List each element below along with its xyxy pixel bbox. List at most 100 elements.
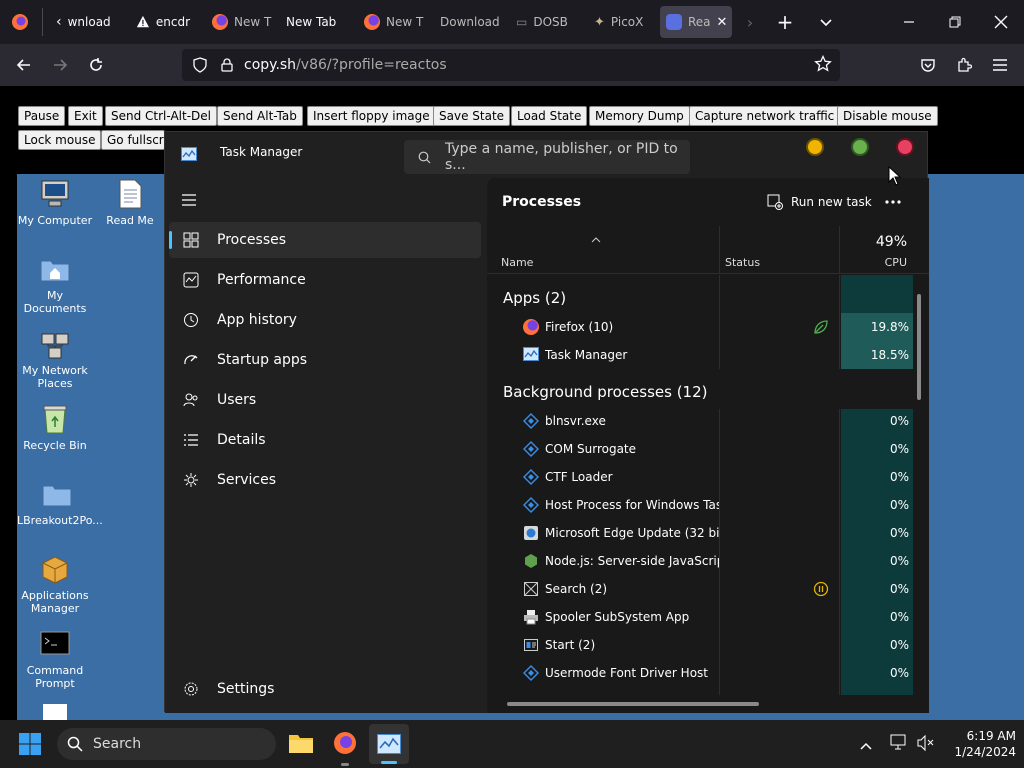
hamburger-menu-icon[interactable]: [986, 51, 1014, 79]
send-ctrl-alt-del-button[interactable]: Send Ctrl-Alt-Del: [105, 106, 217, 126]
table-row[interactable]: Node.js: Server-side JavaScript... 0%: [487, 547, 915, 575]
task-manager-taskbar-button[interactable]: [369, 724, 409, 764]
process-name: Task Manager: [545, 348, 628, 362]
desktop-icon-command-prompt[interactable]: Command Prompt: [17, 628, 93, 690]
reload-icon[interactable]: [82, 51, 110, 79]
fullscreen-button[interactable]: Go fullscre: [101, 130, 165, 150]
load-state-button[interactable]: Load State: [511, 106, 588, 126]
minimize-icon[interactable]: [886, 0, 932, 44]
nav-performance[interactable]: Performance: [169, 262, 481, 298]
nav-users[interactable]: Users: [169, 382, 481, 418]
taskbar-time[interactable]: 6:19 AM: [940, 729, 1016, 743]
table-row[interactable]: Firefox (10) 19.8%: [487, 313, 915, 341]
tab-2[interactable]: New T: [206, 6, 272, 38]
table-row[interactable]: Search (2) 0%: [487, 575, 915, 603]
nav-details[interactable]: Details: [169, 422, 481, 458]
services-icon: [181, 470, 201, 490]
tab-1[interactable]: encdr: [130, 6, 196, 38]
firefox-menu-icon[interactable]: [6, 8, 34, 36]
table-row[interactable]: blnsvr.exe 0%: [487, 407, 915, 435]
table-row[interactable]: Host Process for Windows Tasks 0%: [487, 491, 915, 519]
nav-startup-apps[interactable]: Startup apps: [169, 342, 481, 378]
table-row[interactable]: Start (2) 0%: [487, 631, 915, 659]
search-input[interactable]: Type a name, publisher, or PID to s...: [404, 140, 690, 174]
exit-button[interactable]: Exit: [68, 106, 103, 126]
new-tab-icon[interactable]: +: [771, 8, 799, 36]
windows-start-icon[interactable]: [18, 732, 42, 760]
minimize-circle-icon[interactable]: [806, 138, 824, 156]
network-status-icon[interactable]: [890, 734, 910, 756]
bookmark-star-icon[interactable]: [814, 54, 832, 77]
nav-settings[interactable]: Settings: [169, 671, 481, 707]
desktop-icon-read-me[interactable]: Read Me: [92, 178, 168, 227]
maximize-circle-icon[interactable]: [851, 138, 869, 156]
table-row[interactable]: Microsoft Edge Update (32 bit) 0%: [487, 519, 915, 547]
show-hidden-icons-icon[interactable]: [859, 736, 873, 755]
capture-network-button[interactable]: Capture network traffic: [689, 106, 841, 126]
back-icon[interactable]: [10, 51, 38, 79]
send-alt-tab-button[interactable]: Send Alt-Tab: [217, 106, 303, 126]
column-status[interactable]: Status: [725, 256, 760, 269]
lock-mouse-button[interactable]: Lock mouse: [18, 130, 102, 150]
pocket-icon[interactable]: [914, 51, 942, 79]
folder-icon: [41, 478, 73, 510]
extensions-icon[interactable]: [950, 51, 978, 79]
nav-processes[interactable]: Processes: [169, 222, 481, 258]
tab-3[interactable]: New Tab: [280, 6, 350, 38]
nav-label: Services: [217, 472, 277, 488]
table-row[interactable]: Task Manager 18.5%: [487, 341, 915, 369]
taskbar-search-box[interactable]: Search: [57, 728, 276, 760]
desktop-icon-network[interactable]: My Network Places: [17, 328, 93, 390]
table-row[interactable]: CTF Loader 0%: [487, 463, 915, 491]
save-state-button[interactable]: Save State: [433, 106, 511, 126]
tab-6[interactable]: ▭ DOSB: [510, 6, 576, 38]
tab-7[interactable]: ✦ PicoX: [588, 6, 654, 38]
desktop-icon-my-documents[interactable]: My Documents: [17, 253, 93, 315]
file-explorer-icon[interactable]: [288, 732, 314, 758]
tab-4[interactable]: New T: [358, 6, 424, 38]
run-new-task-button[interactable]: Run new task: [767, 190, 872, 214]
table-row[interactable]: COM Surrogate 0%: [487, 435, 915, 463]
volume-muted-icon[interactable]: [916, 734, 936, 756]
pause-button[interactable]: Pause: [18, 106, 66, 126]
hamburger-icon[interactable]: [177, 190, 201, 210]
vertical-scrollbar[interactable]: [917, 294, 921, 400]
column-cpu[interactable]: CPU: [839, 256, 907, 269]
tab-0[interactable]: ‹ wnload: [50, 6, 122, 38]
close-window-icon[interactable]: [978, 0, 1024, 44]
package-icon: [39, 553, 71, 585]
sort-ascending-icon[interactable]: [591, 228, 601, 247]
tab-scroll-right-icon[interactable]: ›: [736, 8, 764, 36]
shield-icon[interactable]: [190, 57, 210, 73]
disable-mouse-button[interactable]: Disable mouse: [837, 106, 938, 126]
desktop-icon-lbreakout[interactable]: LBreakout2Po...: [17, 478, 103, 527]
horizontal-scrollbar[interactable]: [507, 702, 759, 706]
more-options-icon[interactable]: [879, 188, 907, 216]
url-bar[interactable]: copy.sh/v86/?profile=reactos: [182, 49, 840, 81]
insert-floppy-button[interactable]: Insert floppy image: [307, 106, 436, 126]
memory-dump-button[interactable]: Memory Dump: [589, 106, 690, 126]
table-row[interactable]: Spooler SubSystem App 0%: [487, 603, 915, 631]
tab-label: encdr: [155, 15, 190, 29]
forward-icon[interactable]: [46, 51, 74, 79]
processes-icon: [181, 230, 201, 250]
list-tabs-icon[interactable]: [812, 8, 840, 36]
column-name[interactable]: Name: [501, 256, 533, 269]
tab-5[interactable]: Download: [434, 6, 504, 38]
process-cpu: 0%: [889, 610, 909, 624]
desktop-icon-applications-manager[interactable]: Applications Manager: [17, 553, 93, 615]
nav-services[interactable]: Services: [169, 462, 481, 498]
browser-tab-bar: ‹ wnload encdr New T New Tab New T Downl…: [0, 0, 1024, 44]
desktop-icon-recycle-bin[interactable]: Recycle Bin: [17, 403, 93, 452]
desktop-icon-partial[interactable]: [17, 704, 93, 720]
nav-app-history[interactable]: App history: [169, 302, 481, 338]
desktop-icon-my-computer[interactable]: My Computer: [17, 178, 93, 227]
taskbar-date[interactable]: 1/24/2024: [940, 745, 1016, 759]
tab-active[interactable]: Rea ✕: [660, 6, 732, 38]
table-row[interactable]: Usermode Font Driver Host 0%: [487, 659, 915, 687]
firefox-taskbar-icon[interactable]: [333, 731, 357, 759]
close-circle-icon[interactable]: [896, 138, 914, 156]
close-tab-icon[interactable]: ✕: [717, 15, 728, 30]
lock-icon[interactable]: [218, 58, 236, 72]
restore-icon[interactable]: [932, 0, 978, 44]
